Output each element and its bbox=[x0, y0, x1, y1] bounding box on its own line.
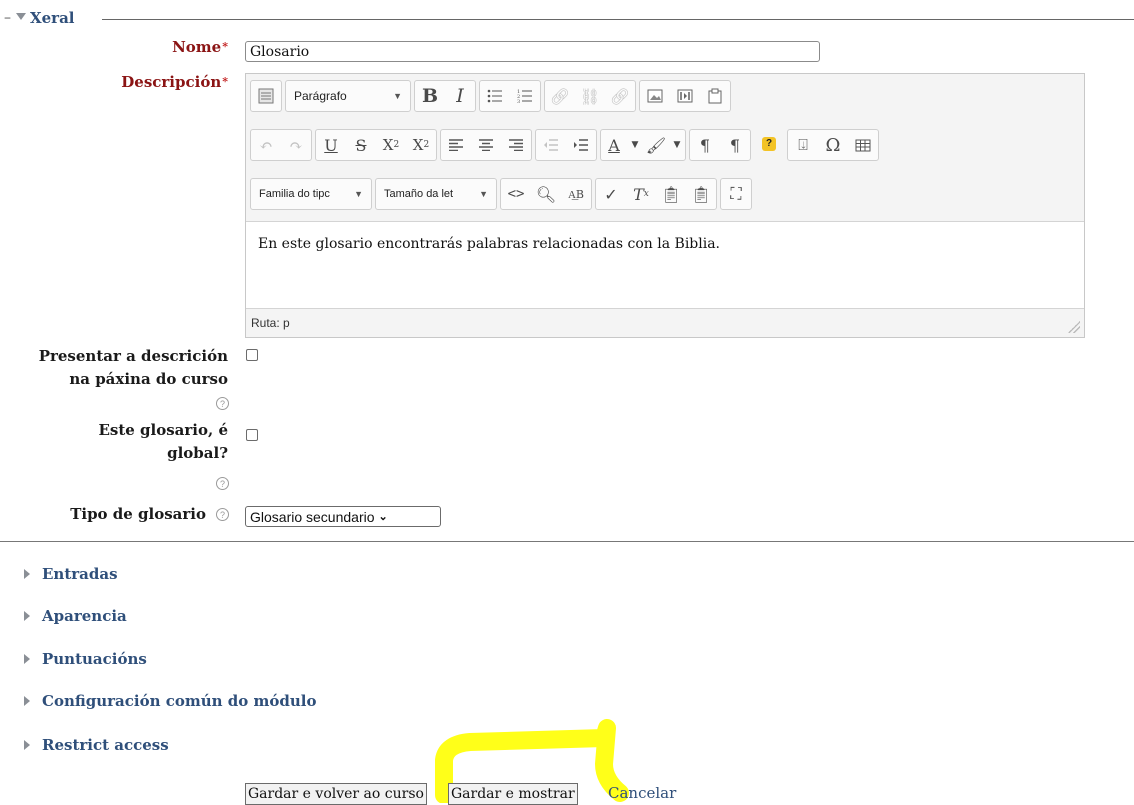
save-display-button[interactable]: Gardar e mostrar bbox=[448, 783, 578, 805]
save-return-button[interactable]: Gardar e volver ao curso bbox=[245, 783, 427, 805]
cancel-link[interactable]: Cancelar bbox=[608, 784, 676, 802]
highlight-annotation bbox=[435, 719, 629, 803]
